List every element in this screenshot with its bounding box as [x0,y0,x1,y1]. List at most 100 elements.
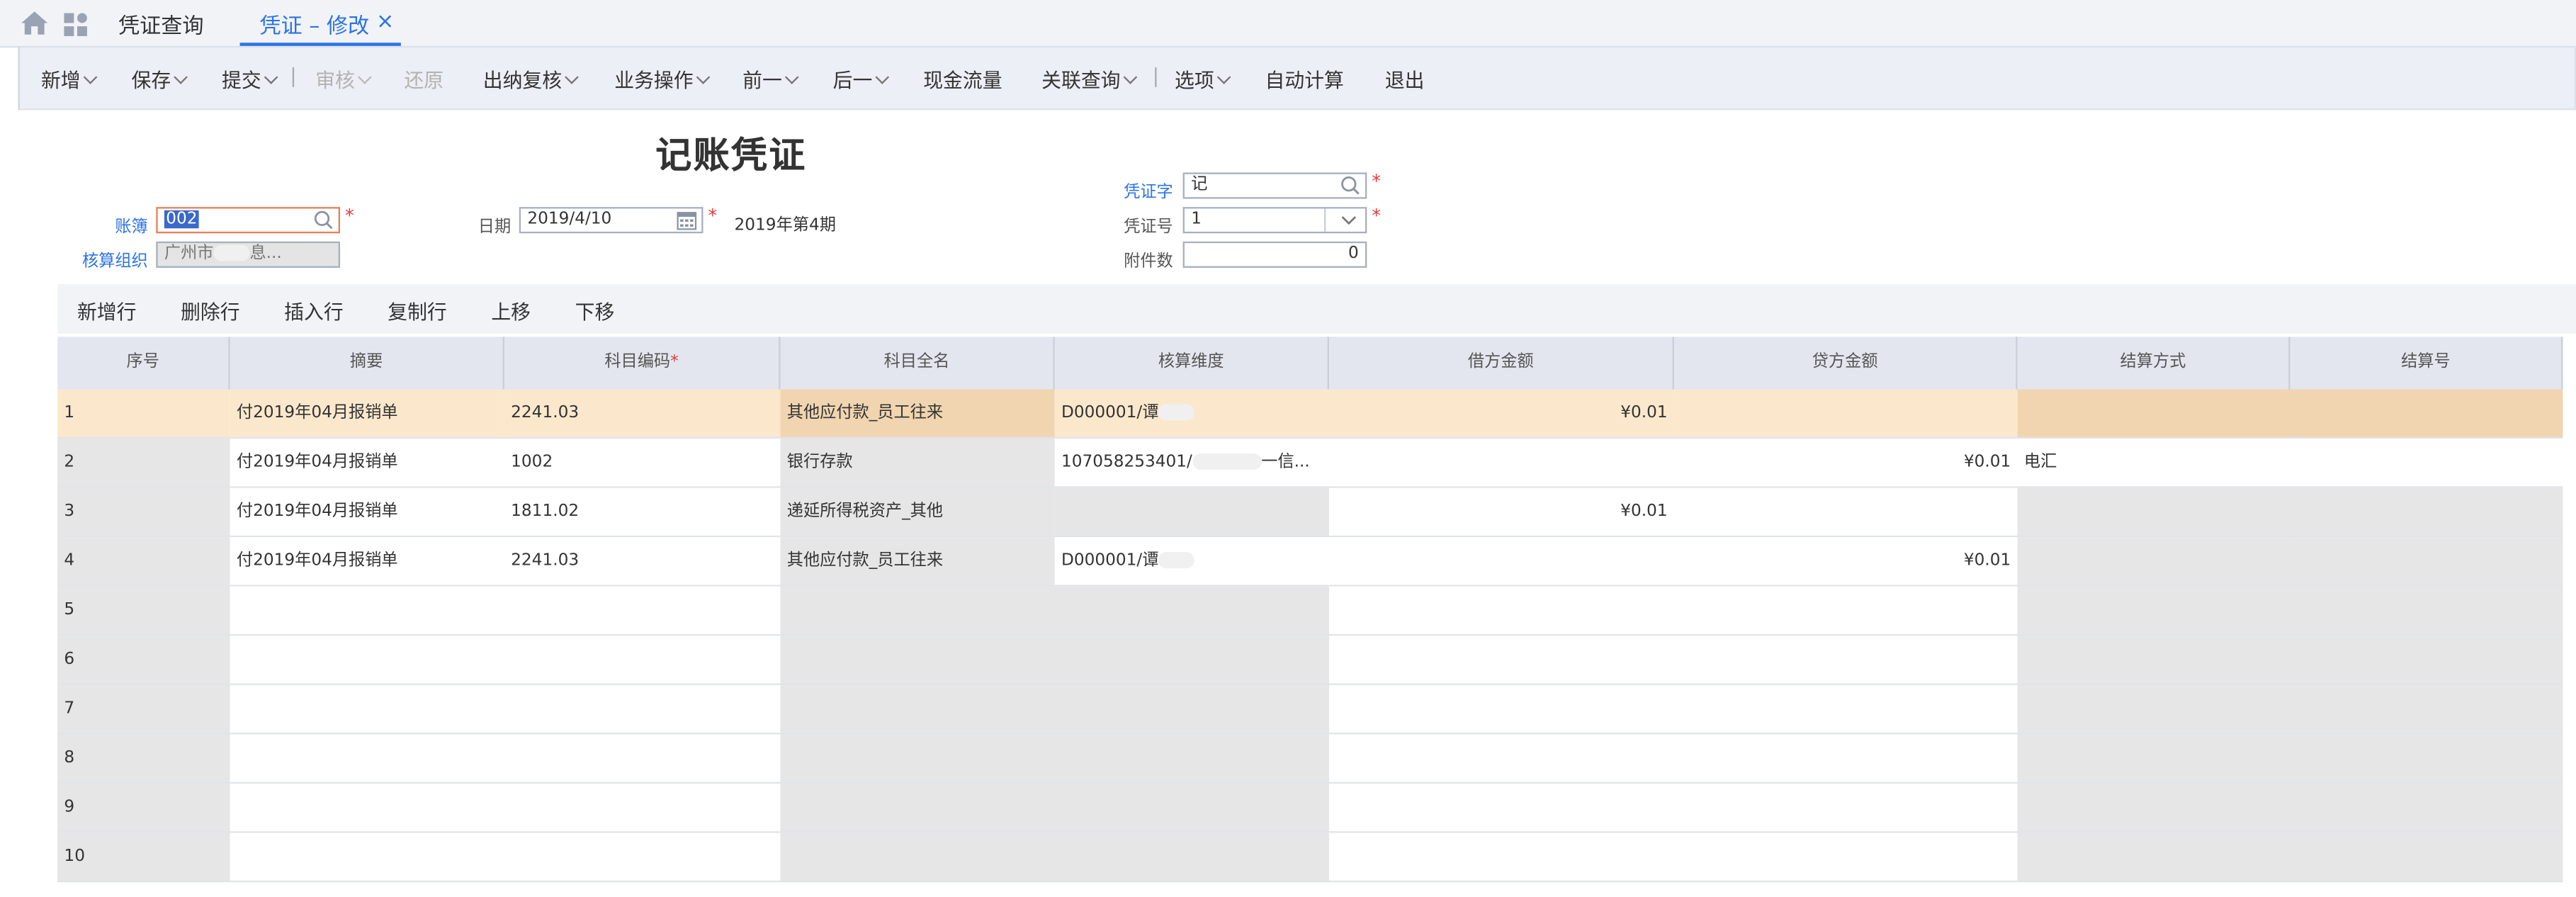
table-row[interactable]: 2 付2019年04月报销单 1002 银行存款 107058253401/一信… [57,439,2576,488]
add-row-button[interactable]: 新增行 [77,298,137,325]
cell-empty[interactable] [1328,684,2018,735]
cell-seq: 3 [57,487,230,538]
cell-empty[interactable] [2017,833,2563,883]
calendar-icon[interactable] [677,210,697,230]
cell-empty[interactable] [2017,734,2563,784]
cell-summary[interactable]: 付2019年04月报销单 [230,439,504,488]
prev-menu-button[interactable]: 前一 [742,66,799,94]
cell-dimension[interactable]: D000001/谭 [1054,389,1329,439]
cell-credit[interactable]: ¥0.01 [1673,537,2018,587]
cell-summary[interactable]: 付2019年04月报销单 [230,389,504,439]
move-up-button[interactable]: 上移 [491,298,531,325]
audit-menu-button[interactable]: 审核 [315,66,372,94]
cell-empty[interactable] [2017,586,2563,636]
cell-account-code[interactable]: 2241.03 [504,537,781,587]
cell-account-code[interactable]: 1002 [504,439,781,488]
cash-flow-button[interactable]: 现金流量 [923,66,1002,94]
close-icon[interactable]: × [376,10,394,35]
cell-account-code[interactable]: 2241.03 [504,389,781,439]
table-row[interactable]: 5 [57,586,2576,636]
search-icon[interactable] [1340,176,1360,196]
cell-debit[interactable] [1328,537,1674,587]
submit-menu-button[interactable]: 提交 [222,66,278,94]
cell-empty[interactable] [1328,586,2018,636]
attachments-label: 附件数 [1124,253,1173,271]
table-row[interactable]: 6 [57,636,2576,685]
cell-settle-no[interactable] [2290,389,2563,439]
save-menu-button[interactable]: 保存 [132,66,188,94]
insert-row-button[interactable]: 插入行 [284,298,344,325]
cell-empty[interactable] [230,734,781,784]
delete-row-button[interactable]: 删除行 [181,298,240,325]
cell-settle-method[interactable]: 电汇 [2017,439,2290,488]
auto-calc-button[interactable]: 自动计算 [1265,66,1344,94]
business-ops-menu-button[interactable]: 业务操作 [614,66,711,94]
cell-empty[interactable] [1328,636,2018,685]
cell-account-code[interactable]: 1811.02 [504,487,781,538]
move-down-button[interactable]: 下移 [575,298,615,325]
options-menu-button[interactable]: 选项 [1175,66,1231,94]
voucher-word-input[interactable]: 记 [1182,172,1367,199]
table-row[interactable]: 1 付2019年04月报销单 2241.03 其他应付款_员工往来 D00000… [57,389,2576,439]
related-query-menu-button[interactable]: 关联查询 [1041,66,1138,94]
next-label: 后一 [832,69,873,92]
exit-button[interactable]: 退出 [1385,66,1425,94]
restore-button[interactable]: 还原 [404,66,444,94]
cell-credit[interactable]: ¥0.01 [1673,439,2018,488]
cell-credit[interactable] [1673,487,2018,538]
search-icon[interactable] [314,210,334,230]
cell-settle-no[interactable] [2290,439,2563,488]
cell-empty[interactable] [230,586,781,636]
attachments-input[interactable]: 0 [1182,241,1367,268]
cell-dimension[interactable]: 107058253401/一信... [1054,439,1329,488]
tab-voucher-edit[interactable]: 凭证 – 修改 × [239,0,401,46]
new-menu-button[interactable]: 新增 [41,66,98,94]
cell-dimension[interactable] [1054,487,1329,538]
cell-credit[interactable] [1673,389,2018,439]
table-row[interactable]: 9 [57,784,2576,833]
tab-voucher-query[interactable]: 凭证查询 [118,9,204,40]
next-menu-button[interactable]: 后一 [832,66,890,94]
table-row[interactable]: 7 [57,684,2576,735]
cell-dimension[interactable]: D000001/谭 [1054,537,1329,587]
cell-empty[interactable] [2017,636,2563,685]
org-input[interactable]: 广州市 息... [156,241,341,268]
cell-empty[interactable] [1328,784,2018,833]
required-mark: * [1372,171,1382,193]
home-icon[interactable] [20,10,50,36]
book-input[interactable]: 002 [156,207,341,234]
chevron-down-icon[interactable] [1340,212,1357,228]
submit-label: 提交 [222,69,261,92]
cell-summary[interactable]: 付2019年04月报销单 [230,487,504,538]
cell-empty[interactable] [2017,684,2563,735]
cell-settle-method[interactable] [2017,389,2290,439]
cell-empty [780,734,1329,784]
cell-empty[interactable] [230,684,781,735]
cashier-review-menu-button[interactable]: 出纳复核 [483,66,579,94]
cell-settle-no[interactable] [2290,487,2563,538]
chevron-down-icon [696,70,711,84]
table-row[interactable]: 10 [57,833,2576,883]
cell-settle-method[interactable] [2017,537,2290,587]
prev-label: 前一 [742,69,782,92]
cell-debit[interactable]: ¥0.01 [1328,389,1674,439]
cell-empty[interactable] [230,784,781,833]
table-row[interactable]: 3 付2019年04月报销单 1811.02 递延所得税资产_其他 ¥0.01 [57,487,2576,538]
cell-empty[interactable] [230,636,781,685]
cell-summary[interactable]: 付2019年04月报销单 [230,537,504,587]
cell-empty[interactable] [1328,833,2018,883]
cell-debit[interactable] [1328,439,1674,488]
table-row[interactable]: 8 [57,734,2576,784]
cell-empty[interactable] [2017,784,2563,833]
apps-grid-icon[interactable] [62,11,89,38]
cell-empty[interactable] [1328,734,2018,784]
voucher-no-select[interactable]: 1 [1182,207,1367,234]
date-input[interactable]: 2019/4/10 [519,207,704,234]
copy-row-button[interactable]: 复制行 [388,298,447,325]
cell-empty[interactable] [230,833,781,883]
table-row[interactable]: 4 付2019年04月报销单 2241.03 其他应付款_员工往来 D00000… [57,537,2576,587]
column-header-account-name: 科目全名 [780,337,1055,390]
cell-settle-method[interactable] [2017,487,2290,538]
cell-settle-no[interactable] [2290,537,2563,587]
cell-debit[interactable]: ¥0.01 [1328,487,1674,538]
